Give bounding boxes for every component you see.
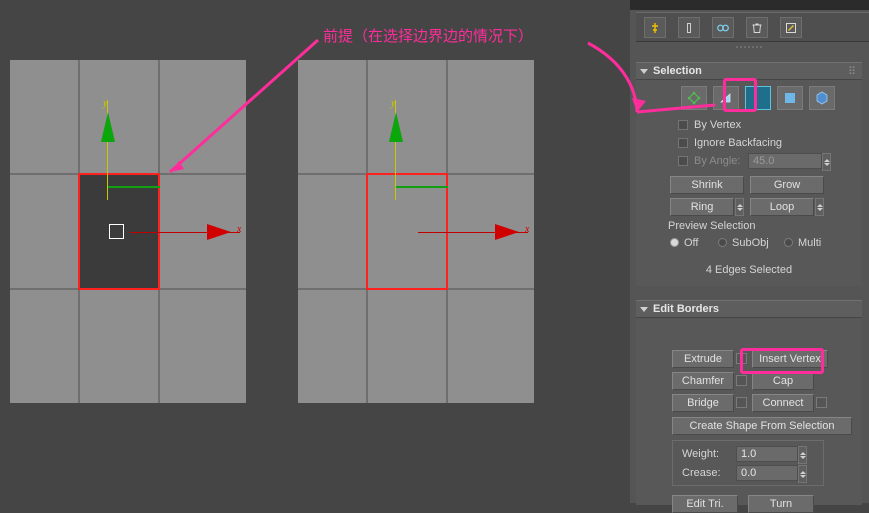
grow-button[interactable]: Grow bbox=[750, 176, 824, 194]
by-angle-checkbox[interactable] bbox=[678, 156, 688, 166]
ignore-backfacing-label: Ignore Backfacing bbox=[694, 137, 783, 149]
axis-y-arrow[interactable] bbox=[101, 112, 115, 142]
link-icon[interactable] bbox=[712, 17, 734, 38]
preview-multi-radio[interactable] bbox=[784, 238, 793, 247]
selection-title: Selection bbox=[653, 65, 702, 77]
preview-subobj-radio[interactable] bbox=[718, 238, 727, 247]
vertex-icon[interactable] bbox=[681, 86, 707, 110]
panel-title-strip bbox=[630, 0, 869, 10]
axis-x-arrow[interactable] bbox=[207, 224, 231, 240]
edit-icon[interactable] bbox=[780, 17, 802, 38]
green-edge-highlight bbox=[396, 186, 448, 188]
preview-multi-label: Multi bbox=[798, 237, 822, 249]
crease-spinner[interactable] bbox=[798, 465, 807, 483]
viewport-right[interactable]: y x bbox=[298, 60, 534, 403]
edit-borders-body: Extrude Insert Vertex Chamfer Cap Bridge… bbox=[636, 318, 862, 513]
column-icon[interactable] bbox=[678, 17, 700, 38]
viewport-left[interactable]: y x bbox=[10, 60, 246, 403]
by-vertex-checkbox[interactable] bbox=[678, 120, 688, 130]
highlight-cap-button bbox=[740, 348, 824, 374]
center-handle[interactable] bbox=[109, 224, 124, 239]
axis-x-label: x bbox=[237, 224, 242, 235]
edit-tri-button[interactable]: Edit Tri. bbox=[672, 495, 738, 513]
by-vertex-label: By Vertex bbox=[694, 119, 742, 131]
axis-y-label: y bbox=[103, 98, 108, 109]
by-angle-label: By Angle: bbox=[694, 155, 741, 167]
preview-subobj-label: SubObj bbox=[732, 237, 769, 249]
preview-off-radio[interactable] bbox=[670, 238, 679, 247]
app-window: y x y x Selection ⠿ By Vertex Ignore Bac… bbox=[0, 0, 869, 513]
extrude-button[interactable]: Extrude bbox=[672, 350, 734, 368]
by-angle-spinner[interactable] bbox=[822, 153, 831, 171]
cap-button[interactable]: Cap bbox=[752, 372, 814, 390]
viewport-area[interactable]: y x y x bbox=[0, 0, 630, 503]
selection-status: 4 Edges Selected bbox=[705, 264, 793, 276]
loop-button[interactable]: Loop bbox=[750, 198, 814, 216]
turn-button[interactable]: Turn bbox=[748, 495, 814, 513]
bridge-button[interactable]: Bridge bbox=[672, 394, 734, 412]
rollout-grip[interactable]: ⠿ bbox=[848, 65, 856, 78]
by-angle-field[interactable]: 45.0 bbox=[748, 153, 822, 169]
axis-y-label: y bbox=[391, 98, 396, 109]
chevron-down-icon bbox=[640, 68, 648, 74]
crease-field[interactable]: 0.0 bbox=[736, 465, 798, 481]
axis-x-label: x bbox=[525, 224, 530, 235]
edit-borders-title: Edit Borders bbox=[653, 303, 720, 315]
axis-y-arrow[interactable] bbox=[389, 112, 403, 142]
chevron-down-icon bbox=[640, 306, 648, 312]
pin-stack-icon[interactable] bbox=[644, 17, 666, 38]
highlight-border-subobject bbox=[723, 78, 757, 112]
crease-label: Crease: bbox=[682, 467, 721, 479]
panel-toolbar[interactable] bbox=[636, 12, 869, 42]
chamfer-settings-icon[interactable] bbox=[736, 375, 747, 386]
chamfer-button[interactable]: Chamfer bbox=[672, 372, 734, 390]
ring-button[interactable]: Ring bbox=[670, 198, 734, 216]
green-edge-highlight bbox=[108, 186, 160, 188]
weight-spinner[interactable] bbox=[798, 446, 807, 464]
element-icon[interactable] bbox=[809, 86, 835, 110]
delete-icon[interactable] bbox=[746, 17, 768, 38]
panel-drag-handle[interactable] bbox=[736, 46, 764, 50]
loop-spinner[interactable] bbox=[815, 198, 824, 216]
ignore-backfacing-checkbox[interactable] bbox=[678, 138, 688, 148]
polygon-icon[interactable] bbox=[777, 86, 803, 110]
ring-spinner[interactable] bbox=[735, 198, 744, 216]
create-shape-button[interactable]: Create Shape From Selection bbox=[672, 417, 852, 435]
weight-label: Weight: bbox=[682, 448, 720, 460]
edit-borders-rollout: Edit Borders Extrude Insert Vertex Chamf… bbox=[636, 300, 862, 513]
connect-button[interactable]: Connect bbox=[752, 394, 814, 412]
bridge-settings-icon[interactable] bbox=[736, 397, 747, 408]
edit-borders-rollout-header[interactable]: Edit Borders bbox=[636, 300, 862, 318]
axis-x-arrow[interactable] bbox=[495, 224, 519, 240]
preview-off-label: Off bbox=[684, 237, 699, 249]
connect-settings-icon[interactable] bbox=[816, 397, 827, 408]
preview-selection-label: Preview Selection bbox=[668, 220, 756, 232]
annotation-note: 前提（在选择边界边的情况下） bbox=[323, 27, 534, 45]
weight-field[interactable]: 1.0 bbox=[736, 446, 798, 462]
shrink-button[interactable]: Shrink bbox=[670, 176, 744, 194]
